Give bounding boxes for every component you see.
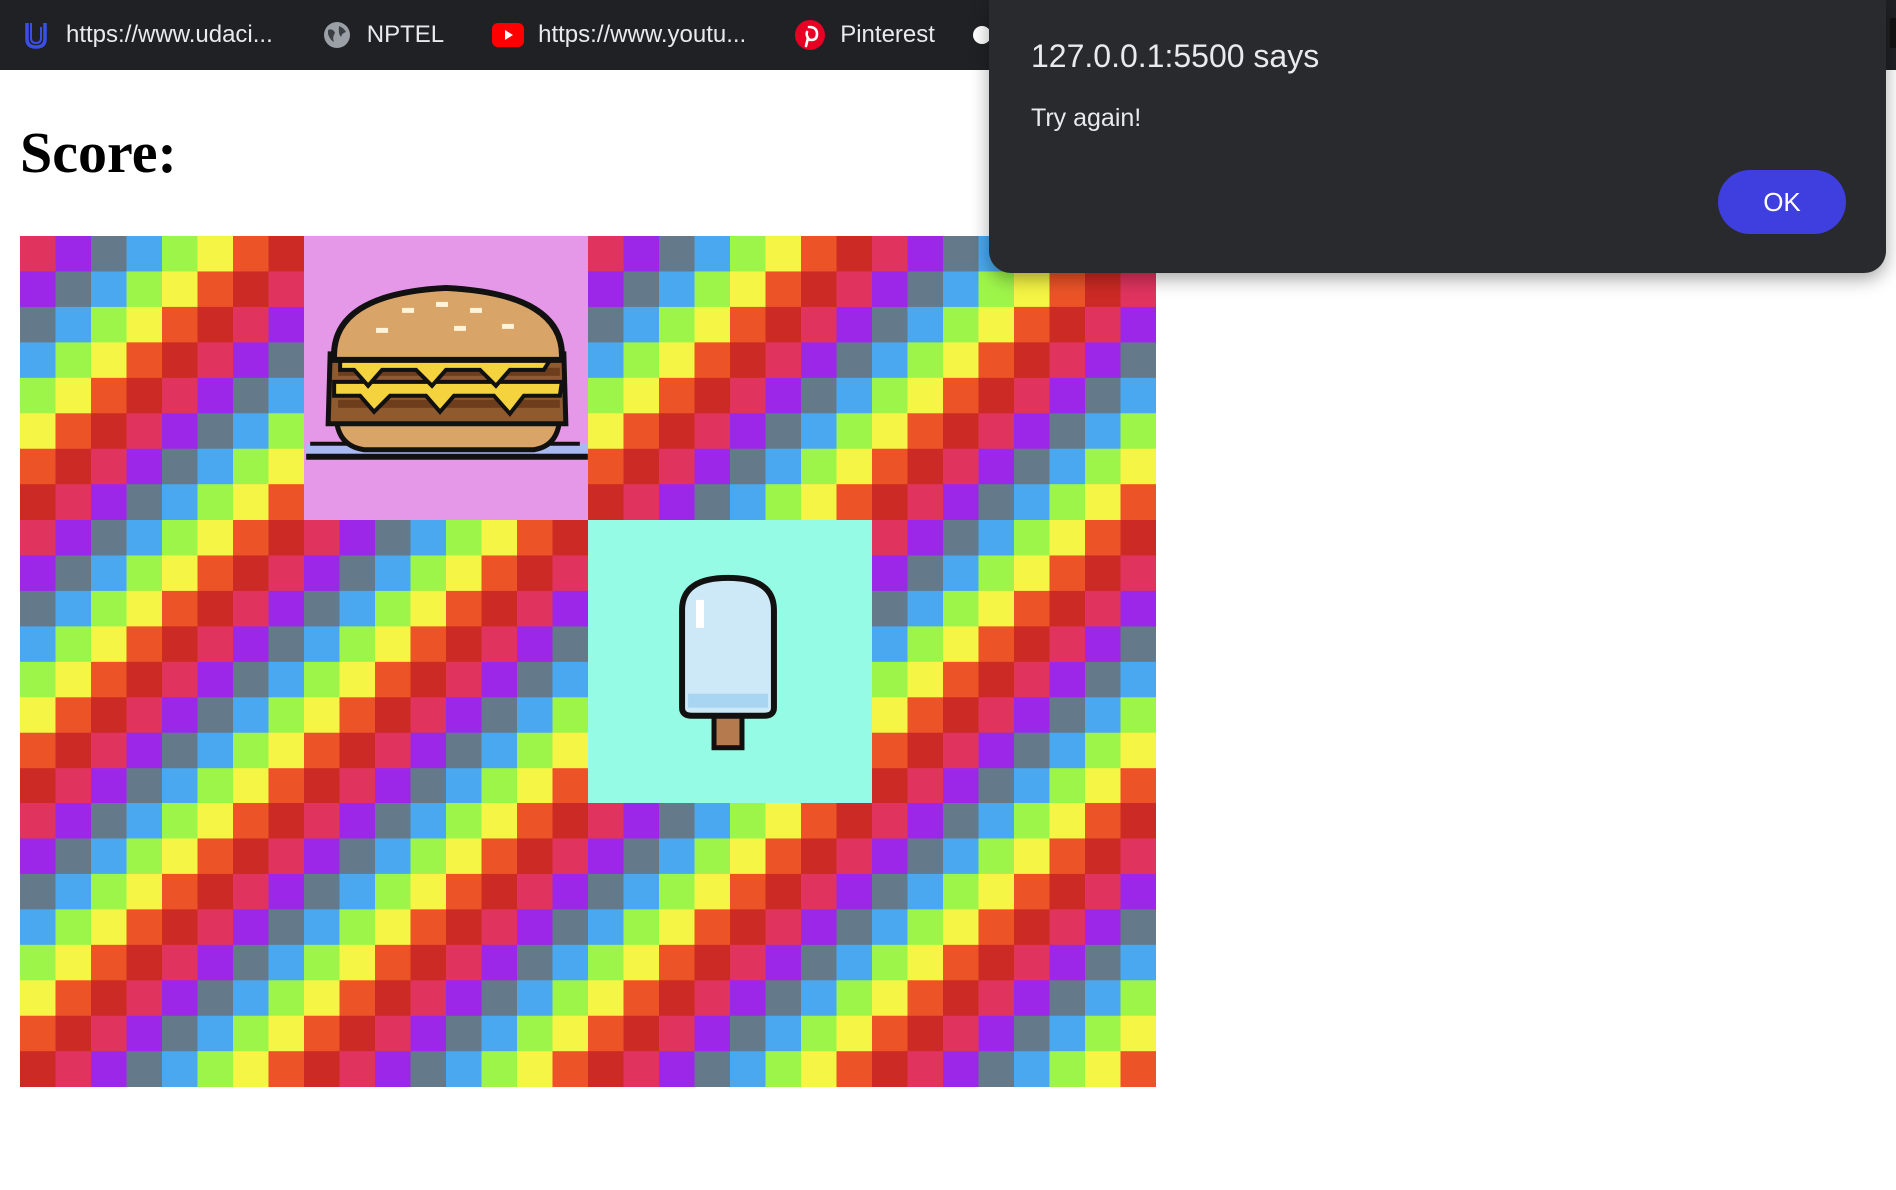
card-grid [20, 236, 1156, 1087]
card-10[interactable] [588, 803, 872, 1087]
ok-button[interactable]: OK [1718, 170, 1846, 234]
card-4[interactable] [20, 519, 304, 804]
card-back-pattern [872, 236, 1156, 520]
card-back-pattern [304, 519, 588, 804]
card-back-pattern [872, 803, 1156, 1087]
card-9[interactable] [304, 803, 588, 1087]
bookmark-label: https://www.youtu... [538, 21, 747, 48]
pinterest-icon [794, 19, 826, 51]
youtube-icon [492, 19, 525, 51]
card-back-pattern [304, 803, 588, 1087]
card-3[interactable] [872, 236, 1156, 520]
card-6[interactable] [588, 519, 872, 804]
bookmark-udacity[interactable]: https://www.udaci... [20, 19, 301, 51]
bookmark-label: NPTEL [366, 21, 445, 48]
bookmark-label: https://www.udaci... [66, 21, 273, 48]
udacity-icon [20, 19, 52, 51]
dialog-title: 127.0.0.1:5500 says [1031, 38, 1320, 74]
card-1[interactable] [304, 236, 588, 520]
bookmark-nptel[interactable]: NPTEL [321, 19, 472, 51]
card-back-pattern [588, 803, 872, 1087]
card-11[interactable] [872, 803, 1156, 1087]
dialog-message: Try again! [1031, 104, 1142, 132]
card-5[interactable] [304, 519, 588, 804]
globe-icon [321, 19, 353, 51]
burger-icon [306, 284, 588, 460]
bookmark-pinterest[interactable]: Pinterest [794, 19, 963, 51]
alert-dialog: 127.0.0.1:5500 says Try again! OK [989, 0, 1886, 273]
card-back-pattern [588, 236, 872, 520]
popsicle-icon [679, 574, 777, 750]
bookmark-label: Pinterest [840, 21, 935, 48]
card-0[interactable] [20, 236, 304, 520]
card-8[interactable] [20, 803, 304, 1087]
card-7[interactable] [872, 519, 1156, 804]
card-back-pattern [872, 519, 1156, 804]
card-back-pattern [20, 519, 304, 804]
bookmark-youtube[interactable]: https://www.youtu... [492, 19, 774, 51]
card-back-pattern [20, 236, 304, 520]
card-back-pattern [20, 803, 304, 1087]
card-2[interactable] [588, 236, 872, 520]
score-heading: Score: [20, 120, 177, 185]
edge-indicator [1890, 18, 1896, 48]
